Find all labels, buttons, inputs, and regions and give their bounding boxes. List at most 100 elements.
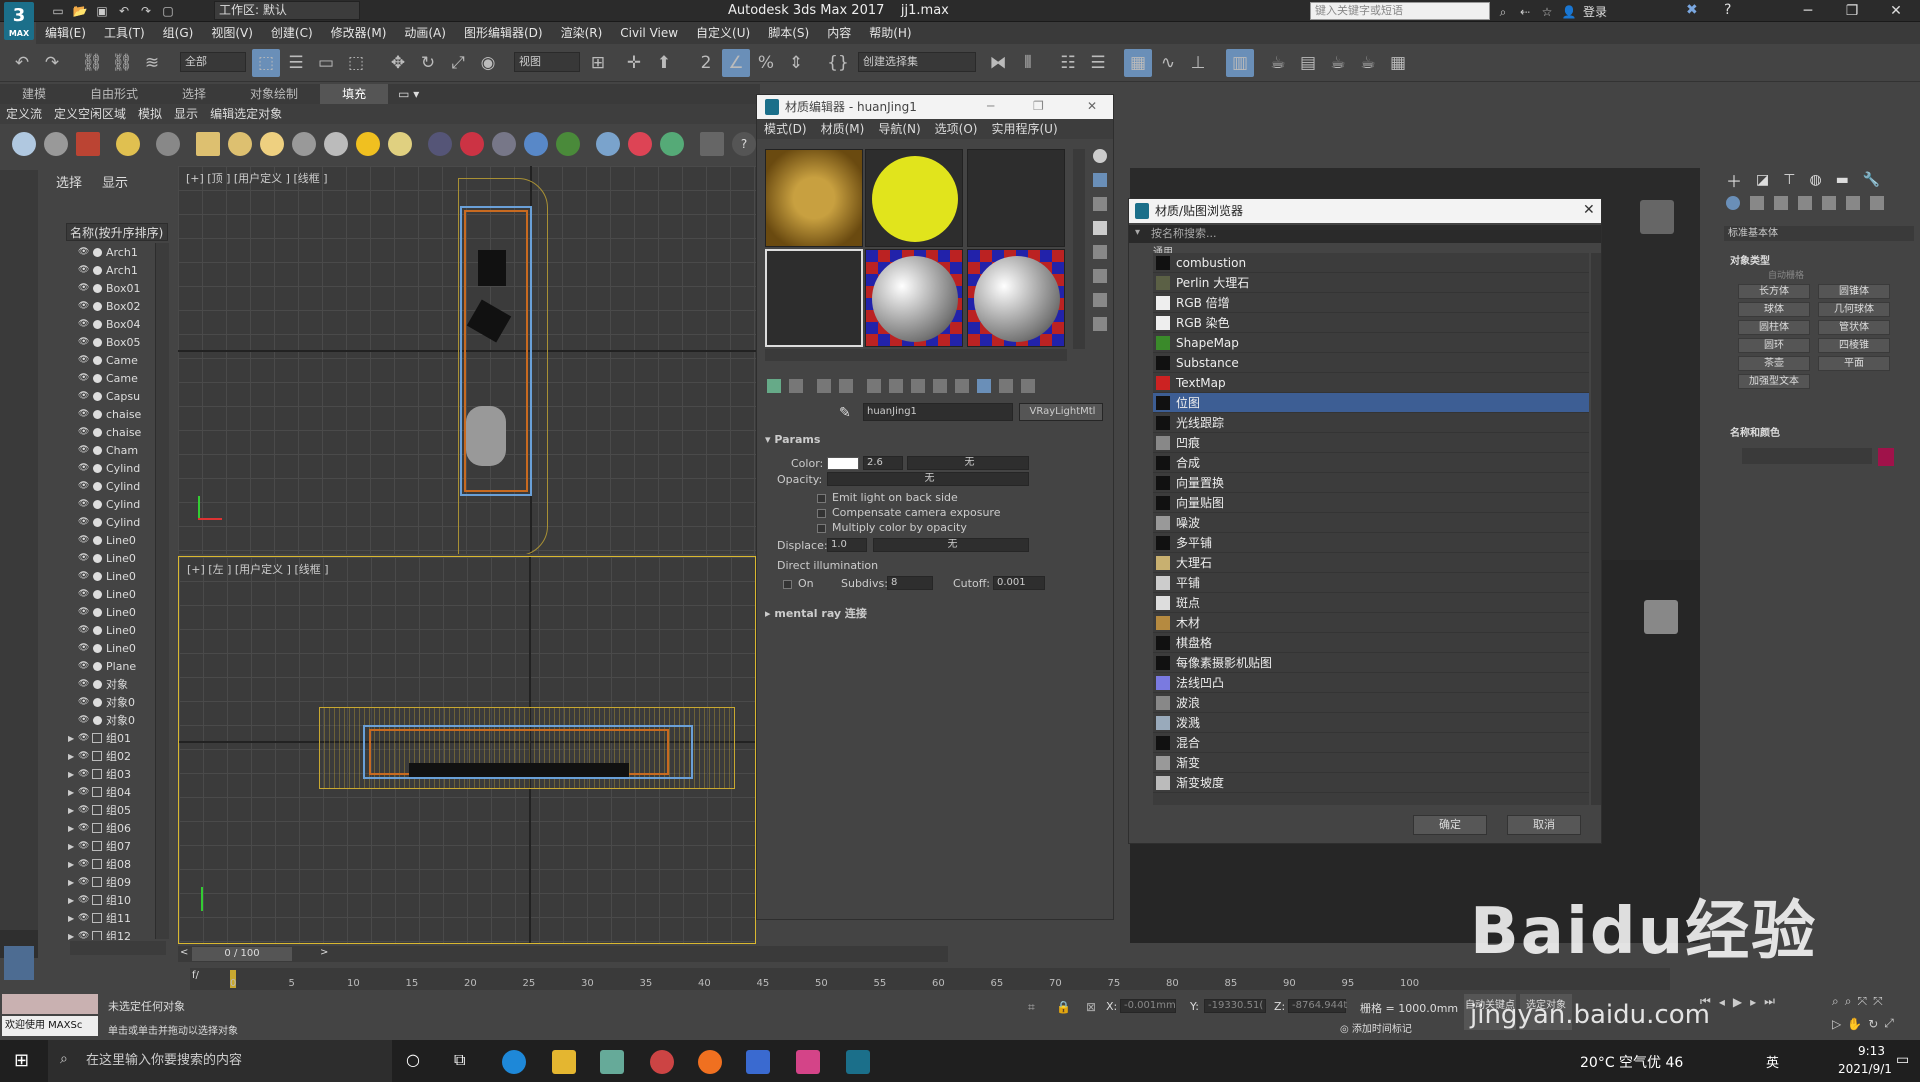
map-list-item[interactable]: TextMap xyxy=(1153,373,1589,393)
grass-icon[interactable] xyxy=(556,132,580,156)
color-swatch[interactable] xyxy=(827,457,859,470)
spinner-snap-icon[interactable]: ⇕ xyxy=(782,49,810,77)
sphere-icon[interactable] xyxy=(260,132,284,156)
place-icon[interactable]: ◉ xyxy=(474,49,502,77)
map-list-item[interactable]: 噪波 xyxy=(1153,513,1589,533)
put-to-scene-icon[interactable] xyxy=(789,379,803,393)
expand-arrow-icon[interactable]: ▶ xyxy=(68,914,78,923)
tab-select[interactable]: 选择 xyxy=(56,172,82,191)
viewport-left-label[interactable]: [+] [左 ] [用户定义 ] [线框 ] xyxy=(187,561,329,577)
x-coord-field[interactable]: -0.001mm xyxy=(1120,999,1176,1013)
menu-graph-editors[interactable]: 图形编辑器(D) xyxy=(455,22,552,44)
scene-horizontal-scrollbar[interactable] xyxy=(70,941,166,955)
sample-type-icon[interactable] xyxy=(1093,149,1107,163)
visibility-icon[interactable]: 👁 xyxy=(78,859,90,869)
app4-icon[interactable] xyxy=(796,1050,820,1074)
select-object-icon[interactable]: ⬚ xyxy=(252,49,280,77)
visibility-icon[interactable]: 👁 xyxy=(78,391,90,401)
menu-utilities[interactable]: 实用程序(U) xyxy=(984,119,1064,139)
displace-value[interactable]: 1.0 xyxy=(827,538,867,552)
cancel-button[interactable]: 取消 xyxy=(1507,815,1581,835)
scene-scrollbar[interactable] xyxy=(155,243,169,939)
cylinder-button[interactable]: 圆柱体 xyxy=(1738,320,1810,335)
map-list-item[interactable]: 木材 xyxy=(1153,613,1589,633)
app2-icon[interactable] xyxy=(650,1050,674,1074)
visibility-icon[interactable]: 👁 xyxy=(78,283,90,293)
unique-icon[interactable] xyxy=(889,379,903,393)
app-logo[interactable]: 3 MAX xyxy=(4,2,34,40)
show-end-result-icon[interactable] xyxy=(977,379,991,393)
gear-icon[interactable] xyxy=(524,132,548,156)
menu-content[interactable]: 内容 xyxy=(818,22,860,44)
reference-coord-select[interactable]: 视图 xyxy=(514,52,580,72)
isolate-icon[interactable]: ⌗ xyxy=(1028,1000,1035,1015)
visibility-icon[interactable]: 👁 xyxy=(78,355,90,365)
menu-tools[interactable]: 工具(T) xyxy=(95,22,154,44)
user-icon[interactable]: 👤 xyxy=(1561,4,1577,20)
fov-icon[interactable]: ▷ xyxy=(1832,1017,1841,1031)
tab-object-paint[interactable]: 对象绘制 xyxy=(228,84,320,104)
visibility-icon[interactable]: 👁 xyxy=(78,553,90,563)
align-icon[interactable]: ⫴ xyxy=(1014,49,1042,77)
map-list-item[interactable]: 波浪 xyxy=(1153,693,1589,713)
window-crossing-icon[interactable]: ⬚ xyxy=(342,49,370,77)
map-list-item[interactable]: 渐变坡度 xyxy=(1153,773,1589,793)
edit-selected[interactable]: 编辑选定对象 xyxy=(204,104,288,124)
zoom-icon[interactable]: ⌕ xyxy=(1832,994,1839,1009)
link-icon[interactable]: ⛓ xyxy=(78,49,106,77)
task-view-icon[interactable]: ⧉ xyxy=(454,1050,465,1070)
file-explorer-icon[interactable] xyxy=(552,1050,576,1074)
search-input[interactable]: 键入关键字或短语 xyxy=(1310,2,1490,20)
map-list-item[interactable]: 混合 xyxy=(1153,733,1589,753)
emit-back-checkbox[interactable]: Emit light on back side xyxy=(817,491,958,504)
material-editor-icon[interactable]: ▥ xyxy=(1226,49,1254,77)
expand-arrow-icon[interactable]: ▶ xyxy=(68,878,78,887)
visibility-icon[interactable]: 👁 xyxy=(78,535,90,545)
helpers-icon[interactable] xyxy=(1822,196,1836,210)
image-icon[interactable] xyxy=(76,132,100,156)
visibility-icon[interactable]: 👁 xyxy=(78,751,90,761)
eyedropper-icon[interactable]: ✎ xyxy=(839,405,851,421)
teapot-icon[interactable] xyxy=(12,132,36,156)
map-list-item[interactable]: 凹痕 xyxy=(1153,433,1589,453)
maximize-viewport-icon[interactable]: ⤢ xyxy=(1884,1016,1894,1031)
visibility-icon[interactable]: 👁 xyxy=(78,715,90,725)
go-end-icon[interactable]: ⏭ xyxy=(1764,994,1775,1009)
map-list-item[interactable]: 渐变 xyxy=(1153,753,1589,773)
menu-material[interactable]: 材质(M) xyxy=(814,119,872,139)
curve-editor-mini-icon[interactable]: f/ xyxy=(192,970,199,981)
3dsmax-taskbar-icon[interactable] xyxy=(846,1050,870,1074)
visibility-icon[interactable]: 👁 xyxy=(78,661,90,671)
visibility-icon[interactable]: 👁 xyxy=(78,913,90,923)
map-list-item[interactable]: 平铺 xyxy=(1153,573,1589,593)
ribbon-toggle-icon[interactable]: ▦ xyxy=(1124,49,1152,77)
map-list-item[interactable]: 法线凹凸 xyxy=(1153,673,1589,693)
cutoff-spinner[interactable]: 0.001 xyxy=(993,576,1045,590)
map-list-item[interactable]: combustion xyxy=(1153,253,1589,273)
tab-populate[interactable]: 填充 xyxy=(320,84,389,104)
menu-civil-view[interactable]: Civil View xyxy=(611,22,687,44)
visibility-icon[interactable]: 👁 xyxy=(78,589,90,599)
box-button[interactable]: 长方体 xyxy=(1738,284,1810,299)
menu-scripting[interactable]: 脚本(S) xyxy=(759,22,818,44)
notification-icon[interactable]: ▭ xyxy=(1896,1052,1909,1068)
visibility-icon[interactable]: 👁 xyxy=(78,265,90,275)
visibility-icon[interactable]: 👁 xyxy=(78,841,90,851)
schematic-view-icon[interactable]: ⊥ xyxy=(1184,49,1212,77)
lights-icon[interactable] xyxy=(1774,196,1788,210)
colors-icon[interactable] xyxy=(628,132,652,156)
geometry-icon[interactable] xyxy=(1726,196,1740,210)
material-type-button[interactable]: VRayLightMtl xyxy=(1019,403,1103,421)
torus-button[interactable]: 圆环 xyxy=(1738,338,1810,353)
tab-selection[interactable]: 选择 xyxy=(160,84,228,104)
visibility-icon[interactable]: 👁 xyxy=(78,895,90,905)
move-icon[interactable]: ✥ xyxy=(384,49,412,77)
menu-group[interactable]: 组(G) xyxy=(154,22,203,44)
layer-manager-icon[interactable]: ☷ xyxy=(1054,49,1082,77)
slot-vscrollbar[interactable] xyxy=(1073,149,1085,349)
prev-frame-icon[interactable]: < xyxy=(180,947,188,958)
render-cloud-icon[interactable]: ▦ xyxy=(1384,49,1412,77)
menu-modifiers[interactable]: 修改器(M) xyxy=(322,22,396,44)
add-time-tag[interactable]: ◎ 添加时间标记 xyxy=(1340,1020,1412,1035)
camera-icon[interactable] xyxy=(156,132,180,156)
